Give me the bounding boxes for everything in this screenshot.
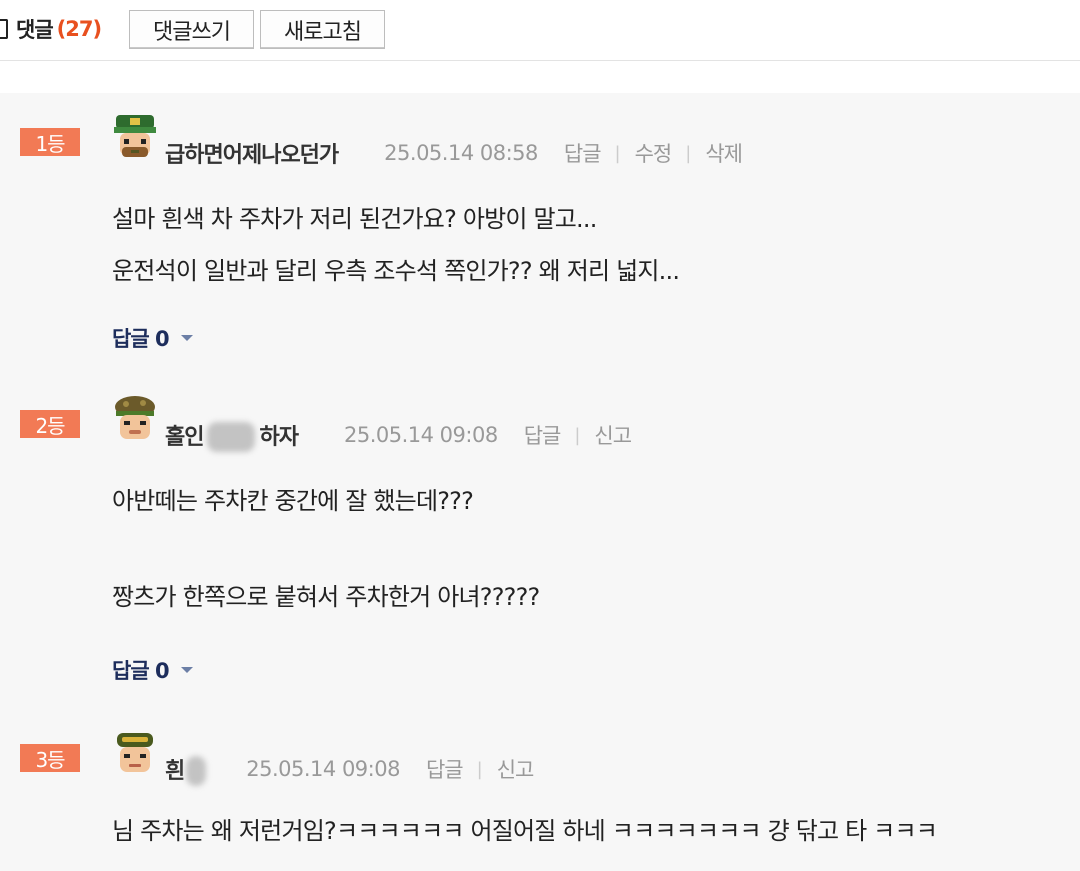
- comment-header-bar: 댓글 (27) 댓글쓰기 새로고침: [0, 0, 1080, 61]
- reply-link[interactable]: 답글: [524, 420, 562, 450]
- report-link[interactable]: 신고: [497, 754, 535, 784]
- divider: |: [574, 424, 581, 446]
- nickname-start: 홀인: [165, 425, 204, 450]
- redaction-blur: [207, 422, 256, 452]
- rank-badge: 2등: [20, 410, 80, 438]
- reply-link[interactable]: 답글: [426, 754, 464, 784]
- reply-link[interactable]: 답글: [564, 138, 602, 168]
- divider: |: [614, 142, 621, 164]
- nickname[interactable]: 홀인 하자: [165, 419, 299, 452]
- comment-text-line: 님 주차는 왜 저런거임?ㅋㅋㅋㅋㅋㅋ 어질어질 하네 ㅋㅋㅋㅋㅋㅋㅋ 걍 닦고…: [112, 817, 938, 845]
- delete-link[interactable]: 삭제: [705, 138, 743, 168]
- comment-title-label: 댓글: [16, 18, 54, 42]
- blurred-nickname: [184, 756, 210, 786]
- checkbox-icon[interactable]: [0, 19, 8, 39]
- comment-text-line: 아반떼는 주차칸 중간에 잘 했는데???: [112, 487, 474, 515]
- comment-title: 댓글 (27): [0, 12, 102, 46]
- comment-list: 1등 급하면어제나오던가 25.05.14 08:58 답글 | 수정 | 삭제…: [0, 93, 1080, 871]
- write-comment-button[interactable]: 댓글쓰기: [129, 10, 254, 49]
- reply-count-label: 답글 0: [112, 659, 170, 683]
- user-avatar-icon: [115, 396, 155, 439]
- comment-meta: 흰 25.05.14 09:08 답글 | 신고: [165, 749, 535, 789]
- nickname-start: 흰: [165, 759, 185, 784]
- comment-count: (27): [56, 17, 102, 41]
- user-avatar-icon: [114, 115, 156, 157]
- nickname[interactable]: 흰: [165, 753, 210, 786]
- comment-date: 25.05.14 09:08: [343, 423, 498, 447]
- comment-date: 25.05.14 09:08: [246, 757, 400, 781]
- caret-down-icon: [180, 667, 193, 673]
- comment-text-line: 설마 흰색 차 주차가 저리 된건가요? 아방이 말고...: [112, 205, 597, 233]
- reply-count-label: 답글 0: [112, 327, 170, 351]
- comment-meta: 급하면어제나오던가 25.05.14 08:58 답글 | 수정 | 삭제: [165, 133, 743, 173]
- comment-meta: 홀인 하자 25.05.14 09:08 답글 | 신고: [165, 415, 632, 455]
- caret-down-icon: [180, 335, 193, 341]
- comment-item: 3등 흰 25.05.14 09:08 답글 | 신고 님 주차는 왜 저런거임…: [0, 729, 1080, 871]
- edit-link[interactable]: 수정: [635, 138, 673, 168]
- reply-count-toggle[interactable]: 답글 0: [112, 323, 193, 353]
- reply-count-toggle[interactable]: 답글 0: [112, 655, 193, 685]
- rank-badge: 3등: [20, 744, 80, 772]
- refresh-button[interactable]: 새로고침: [260, 10, 385, 49]
- nickname-end: 하자: [259, 425, 298, 450]
- comment-item: 1등 급하면어제나오던가 25.05.14 08:58 답글 | 수정 | 삭제…: [0, 113, 1080, 383]
- redaction-blur: [186, 756, 207, 786]
- user-avatar-icon: [117, 733, 153, 772]
- report-link[interactable]: 신고: [594, 420, 632, 450]
- comment-date: 25.05.14 08:58: [384, 141, 538, 165]
- rank-badge: 1등: [20, 128, 80, 156]
- comment-text-line: 운전석이 일반과 달리 우측 조수석 쪽인가?? 왜 저리 넓지...: [112, 257, 680, 285]
- header-spacer: [0, 61, 1080, 93]
- nickname[interactable]: 급하면어제나오던가: [165, 137, 339, 169]
- divider: |: [476, 758, 483, 780]
- blurred-nickname: [203, 422, 259, 452]
- comment-text-line: 짱츠가 한쪽으로 붙혀서 주차한거 아녀?????: [112, 583, 540, 611]
- divider: |: [685, 142, 692, 164]
- comment-item: 2등 홀인 하자 25.05.14 09:08 답글 | 신고 아반떼는 주차칸 …: [0, 395, 1080, 715]
